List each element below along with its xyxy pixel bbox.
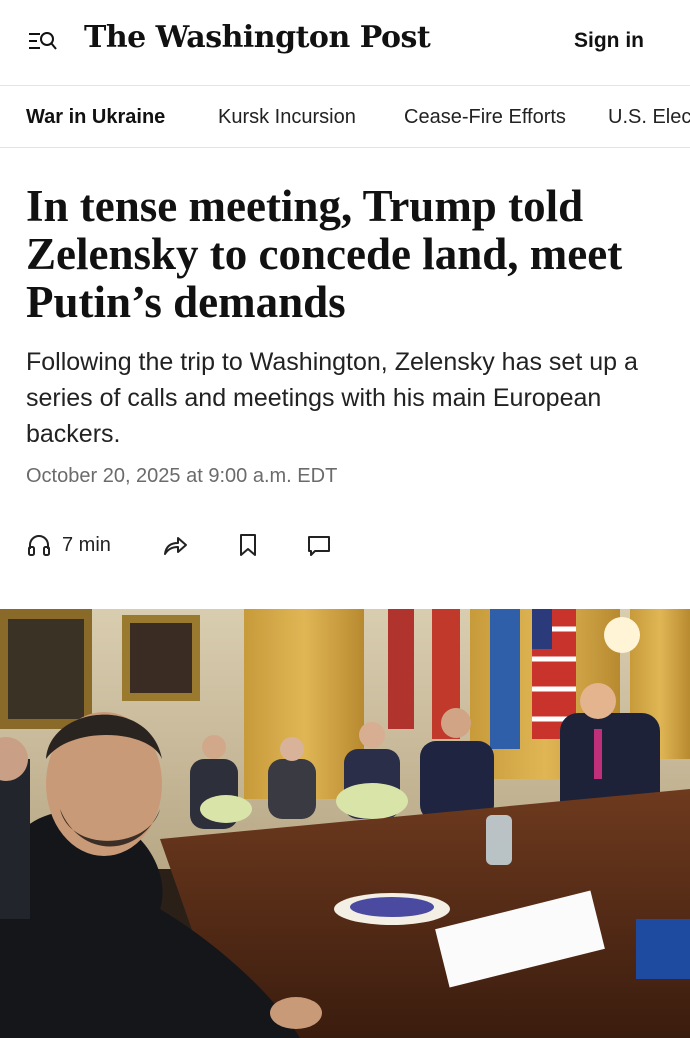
bookmark-icon (236, 532, 260, 558)
comment-button[interactable] (306, 530, 332, 560)
listen-button[interactable]: 7 min (26, 530, 111, 560)
article-dateline: October 20, 2025 at 9:00 a.m. EDT (26, 465, 338, 487)
nav-item-kursk-incursion[interactable]: Kursk Incursion (218, 106, 356, 129)
nav-item-us-elections[interactable]: U.S. Elec (608, 106, 690, 129)
nav-item-cease-fire-efforts[interactable]: Cease-Fire Efforts (404, 106, 566, 129)
article-actions: 7 min (26, 530, 346, 560)
headphones-icon (26, 532, 52, 558)
menu-search-icon[interactable] (28, 30, 58, 54)
share-button[interactable] (162, 530, 188, 560)
article-headline: In tense meeting, Trump told Zelensky to… (26, 181, 623, 327)
section-nav: War in Ukraine Kursk Incursion Cease-Fir… (0, 86, 690, 148)
nav-item-war-in-ukraine[interactable]: War in Ukraine (26, 106, 165, 129)
share-icon (162, 532, 188, 558)
comment-icon (306, 532, 332, 558)
lead-photo (0, 609, 690, 1038)
read-time: 7 min (62, 533, 111, 556)
bookmark-button[interactable] (236, 530, 260, 560)
site-logo[interactable]: The Washington Post (84, 20, 431, 55)
top-bar: The Washington Post Sign in (0, 0, 690, 86)
sign-in-button[interactable]: Sign in (574, 29, 644, 53)
article-dek: Following the trip to Washington, Zelens… (26, 348, 638, 448)
